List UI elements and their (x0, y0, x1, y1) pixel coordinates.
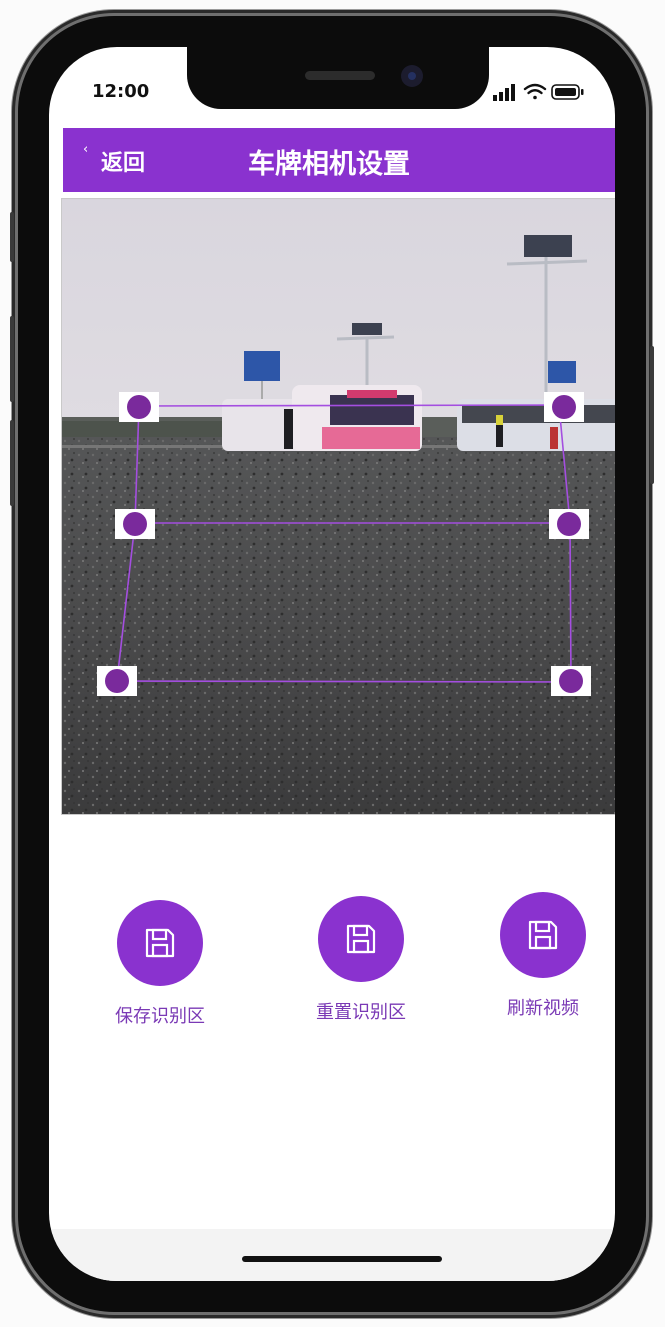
reset-area-label: 重置识别区 (316, 1002, 406, 1023)
front-camera (401, 65, 423, 87)
drag-handle[interactable] (551, 666, 591, 696)
save-area-button[interactable]: 保存识别区 (95, 900, 225, 1028)
volume-down-button (10, 420, 14, 506)
home-indicator[interactable] (242, 1256, 442, 1262)
floppy-disk-icon (528, 920, 558, 950)
reset-area-circle (318, 896, 404, 982)
drag-handle[interactable] (115, 509, 155, 539)
refresh-video-label: 刷新视频 (507, 998, 579, 1019)
power-button (650, 346, 654, 484)
save-area-label: 保存识别区 (115, 1006, 205, 1027)
action-bar: 保存识别区 重置识别区 刷新视频 (49, 892, 615, 1052)
screen: 12:00 ‹ 返回 车牌相机设置 保存识别区 重置识别区 刷新视频 (49, 47, 615, 1281)
drag-handle[interactable] (549, 509, 589, 539)
drag-handle[interactable] (119, 392, 159, 422)
wifi-icon (523, 83, 547, 100)
recognition-area-overlay (97, 392, 591, 696)
save-area-circle (117, 900, 203, 986)
drag-handle[interactable] (97, 666, 137, 696)
speaker (305, 71, 375, 80)
refresh-video-button[interactable]: 刷新视频 (478, 892, 608, 1020)
status-time: 12:00 (92, 81, 150, 102)
volume-up-button (10, 316, 14, 402)
reset-area-button[interactable]: 重置识别区 (296, 896, 426, 1024)
bottom-safe-area (49, 1229, 615, 1281)
notch (187, 47, 489, 109)
status-icons (493, 83, 584, 101)
mute-switch (10, 212, 14, 262)
app-header: ‹ 返回 车牌相机设置 (63, 128, 615, 192)
camera-video-preview[interactable] (61, 198, 615, 815)
battery-icon (551, 84, 584, 100)
refresh-video-circle (500, 892, 586, 978)
page-title: 车牌相机设置 (248, 149, 410, 180)
phone-frame: 12:00 ‹ 返回 车牌相机设置 保存识别区 重置识别区 刷新视频 (10, 16, 654, 1312)
recognition-area-outline (116, 404, 572, 683)
floppy-disk-icon (346, 924, 376, 954)
floppy-disk-icon (145, 928, 175, 958)
drag-handle[interactable] (544, 392, 584, 422)
signal-icon (493, 84, 515, 101)
